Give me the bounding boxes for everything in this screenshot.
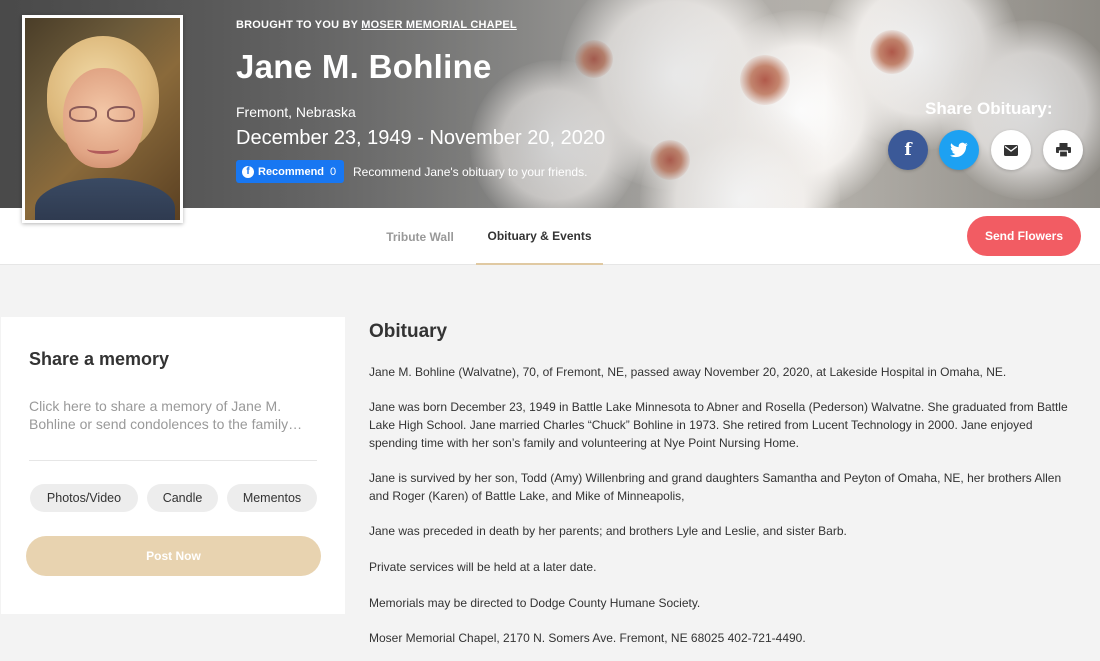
facebook-recommend-button[interactable]: f Recommend 0 <box>236 160 345 183</box>
facebook-icon: f <box>242 165 254 178</box>
deceased-name: Jane M. Bohline <box>236 48 492 85</box>
share-memory-card: Share a memory Click here to share a mem… <box>1 317 345 614</box>
memory-input[interactable]: Click here to share a memory of Jane M. … <box>29 397 317 461</box>
recommend-count: 0 <box>330 165 337 178</box>
obituary-paragraph: Jane M. Bohline (Walvatne), 70, of Fremo… <box>369 365 1007 379</box>
tab-tribute-wall[interactable]: Tribute Wall <box>376 208 464 265</box>
share-twitter-button[interactable] <box>939 130 979 170</box>
share-email-button[interactable] <box>991 130 1031 170</box>
obituary-paragraph: Moser Memorial Chapel, 2170 N. Somers Av… <box>369 631 806 645</box>
share-title: Share Obituary: <box>925 99 1053 118</box>
obituary-paragraph: Private services will be held at a later… <box>369 560 597 574</box>
share-memory-title: Share a memory <box>29 349 170 369</box>
print-icon <box>1055 143 1071 157</box>
life-dates: December 23, 1949 - November 20, 2020 <box>236 127 606 149</box>
obituary-paragraph: Jane was born December 23, 1949 in Battl… <box>369 400 1068 450</box>
obituary-paragraph: Memorials may be directed to Dodge Count… <box>369 596 701 610</box>
candle-chip[interactable]: Candle <box>147 484 218 512</box>
twitter-icon <box>950 142 968 158</box>
location: Fremont, Nebraska <box>236 104 356 120</box>
photos-video-chip[interactable]: Photos/Video <box>30 484 138 512</box>
tab-obituary-events[interactable]: Obituary & Events <box>476 208 603 265</box>
recommend-text: Recommend Jane's obituary to your friend… <box>353 165 588 179</box>
obituary-paragraph: Jane is survived by her son, Todd (Amy) … <box>369 471 1062 503</box>
facebook-icon: f <box>904 140 912 160</box>
portrait-photo <box>22 15 183 223</box>
brought-by: BROUGHT TO YOU BY MOSER MEMORIAL CHAPEL <box>236 19 517 31</box>
email-icon <box>1004 144 1018 156</box>
post-now-button[interactable]: Post Now <box>26 536 321 576</box>
share-facebook-button[interactable]: f <box>888 130 928 170</box>
share-print-button[interactable] <box>1043 130 1083 170</box>
send-flowers-button[interactable]: Send Flowers <box>967 216 1081 256</box>
obituary-paragraph: Jane was preceded in death by her parent… <box>369 524 847 538</box>
funeral-home-link[interactable]: MOSER MEMORIAL CHAPEL <box>361 19 517 31</box>
mementos-chip[interactable]: Mementos <box>227 484 317 512</box>
obituary-heading: Obituary <box>369 321 448 342</box>
